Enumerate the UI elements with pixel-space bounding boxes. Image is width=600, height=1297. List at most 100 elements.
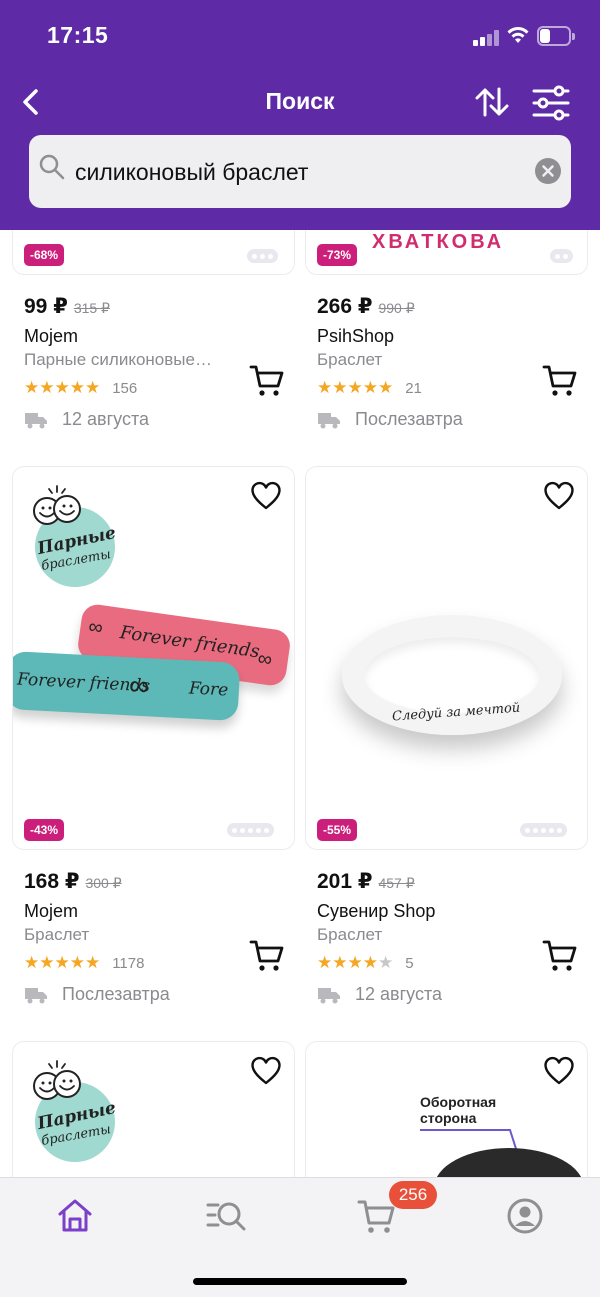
price-row: 201 ₽ 457 ₽ [317,869,415,894]
product-name: Парные силиконовые… [24,350,212,369]
price: 168 ₽ [24,870,80,893]
brand-name: Mojem [24,901,79,921]
review-count: 21 [405,379,422,397]
image-caption-line2: сторона [420,1110,477,1126]
price: 201 ₽ [317,870,373,893]
review-count: 156 [112,379,138,397]
home-indicator [193,1278,407,1285]
cart-count-badge: 256 [389,1181,437,1209]
rating: ★★★★★ 1178 [24,953,144,973]
delivery-info: 12 августа [24,409,149,430]
home-icon [58,1199,92,1232]
product-name: Браслет [317,925,383,944]
truck-icon [318,412,340,428]
image-pager-dots [247,249,278,263]
teal-bracelet-image: Forever friends ∞ Fore [13,650,241,722]
infinity-symbol: ∞ [128,669,150,702]
price-row: 266 ₽ 990 ₽ [317,294,415,319]
image-pager-dots [227,823,274,837]
discount-badge: -55% [317,819,358,841]
old-price: 300 ₽ [85,875,122,891]
rating-stars: ★★★★★ [24,378,101,397]
delivery-date: Послезавтра [62,984,170,1004]
price-row: 99 ₽ 315 ₽ [24,294,110,319]
smiley-faces-icon [33,1060,81,1100]
add-to-cart-button[interactable] [542,939,578,973]
filter-sliders-icon [532,85,570,121]
brand-name: Mojem [24,326,79,346]
product-name: Браслет [317,350,383,369]
cart-icon [542,365,577,396]
truck-icon [25,412,47,428]
product-image-text: ХВАТКОВА [372,231,505,253]
favorite-button[interactable] [250,481,282,511]
heart-icon [544,481,574,510]
image-pager-dots [520,823,567,837]
add-to-cart-button[interactable] [249,364,285,398]
rating: ★★★★★ 5 [317,953,414,973]
old-price: 457 ₽ [378,875,415,891]
nav-bar: Поиск [0,78,600,126]
old-price: 315 ₽ [73,300,110,316]
tab-home[interactable] [55,1196,95,1236]
favorite-button[interactable] [543,1056,575,1086]
heart-icon [251,1056,281,1085]
heart-icon [251,481,281,510]
close-icon [542,165,554,177]
battery-icon [537,26,575,46]
header: 17:15 Поиск [0,0,600,230]
discount-badge: -68% [24,244,65,266]
tab-profile[interactable] [505,1196,545,1236]
image-caption-line1: Оборотная [420,1094,497,1110]
tab-catalog[interactable] [206,1196,246,1236]
cart-icon [249,940,284,971]
old-price: 990 ₽ [378,300,415,316]
price: 266 ₽ [317,295,373,318]
review-count: 1178 [112,954,145,972]
product-name: Браслет [24,925,90,944]
wifi-icon [507,27,529,43]
brand-name: PsihShop [317,326,395,346]
clear-search-button[interactable] [535,158,561,184]
sort-button[interactable] [472,82,512,122]
cellular-signal-icon [473,30,501,46]
rating-stars: ★★★★★ [317,378,394,397]
profile-icon [507,1198,543,1234]
brand-logo: Парные браслеты [25,1058,118,1162]
rating-stars: ★★★★★ [317,953,394,972]
bracelet-text-partial: Fore [188,678,229,701]
catalog-search-icon [206,1202,246,1231]
brand-name: Сувенир Shop [317,901,436,921]
rating: ★★★★★ 21 [317,378,422,398]
product-card[interactable]: Следуй за мечтой -55% [305,466,588,850]
rating-stars: ★★★★★ [24,953,101,972]
image-pager-dots [550,249,573,263]
favorite-button[interactable] [250,1056,282,1086]
review-count: 5 [405,954,414,972]
product-card[interactable]: Парные браслеты Forever friends ∞ ∞ Fore… [12,466,295,850]
delivery-date: 12 августа [355,984,443,1004]
bracelet-text: Forever friends [118,622,261,663]
truck-icon [25,987,47,1003]
smiley-faces-icon [33,485,81,525]
discount-badge: -43% [24,819,65,841]
delivery-date: Послезавтра [355,409,463,429]
delivery-info: Послезавтра [24,984,170,1005]
filter-button[interactable] [530,82,572,122]
favorite-button[interactable] [543,481,575,511]
heart-icon [544,1056,574,1085]
add-to-cart-button[interactable] [249,939,285,973]
status-time: 17:15 [47,22,109,48]
status-bar: 17:15 [0,0,600,72]
price-row: 168 ₽ 300 ₽ [24,869,122,894]
search-input[interactable] [75,155,515,189]
infinity-symbol: ∞ [256,647,274,672]
search-icon [39,154,65,180]
discount-badge: -73% [317,244,358,266]
delivery-date: 12 августа [62,409,150,429]
price: 99 ₽ [24,295,68,318]
truck-icon [318,987,340,1003]
add-to-cart-button[interactable] [542,364,578,398]
delivery-info: Послезавтра [317,409,463,430]
brand-logo: Парные браслеты [25,483,118,587]
